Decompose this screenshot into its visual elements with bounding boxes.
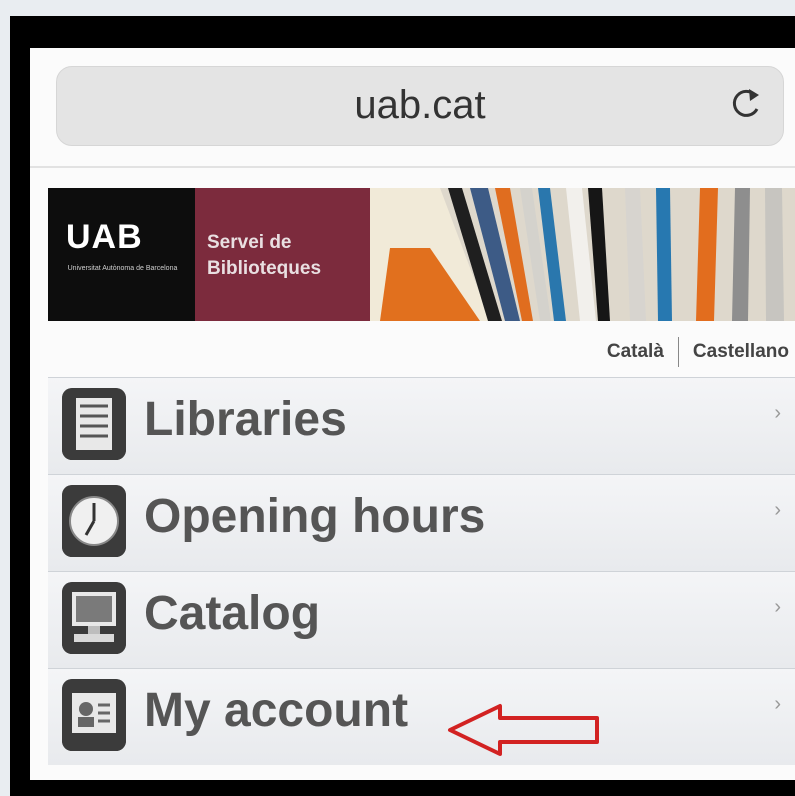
service-title: Servei de Biblioteques <box>207 230 321 282</box>
service-title-line1: Servei de <box>207 232 292 253</box>
logo-subtitle: Universitat Autònoma de Barcelona <box>67 265 178 272</box>
language-switcher: Català Castellano <box>607 336 789 368</box>
main-menu: Libraries › Opening hours › Catalog › My… <box>48 377 795 765</box>
service-title-block: Servei de Biblioteques <box>195 188 370 321</box>
chevron-right-icon: › <box>774 596 781 618</box>
chevron-right-icon: › <box>774 402 781 424</box>
divider <box>30 166 795 168</box>
menu-item-label: Opening hours <box>144 490 486 543</box>
phone-screen: uab.cat UAB Universitat Autònoma de Barc… <box>30 48 795 780</box>
account-icon <box>62 679 126 751</box>
menu-item-label: Catalog <box>144 587 321 640</box>
logo-text: UAB <box>66 218 143 256</box>
menu-item-label: My account <box>144 684 409 737</box>
computer-icon <box>62 582 126 654</box>
menu-item-libraries[interactable]: Libraries › <box>48 377 795 474</box>
books-photo <box>370 188 795 321</box>
clock-icon <box>62 485 126 557</box>
menu-item-my-account[interactable]: My account › <box>48 668 795 765</box>
language-catala-link[interactable]: Català <box>607 341 664 363</box>
library-icon <box>62 388 126 460</box>
chevron-right-icon: › <box>774 693 781 715</box>
address-bar[interactable]: uab.cat <box>56 66 784 146</box>
reload-icon[interactable] <box>725 81 765 127</box>
uab-logo: UAB Universitat Autònoma de Barcelona <box>48 188 195 321</box>
language-separator <box>677 337 679 367</box>
chevron-right-icon: › <box>774 499 781 521</box>
language-castellano-link[interactable]: Castellano <box>693 341 789 363</box>
library-banner[interactable]: UAB Universitat Autònoma de Barcelona Se… <box>48 188 795 321</box>
service-title-line2: Biblioteques <box>207 258 322 279</box>
url-text: uab.cat <box>354 83 486 127</box>
menu-item-label: Libraries <box>144 393 347 446</box>
annotation-arrow-icon <box>448 704 599 756</box>
menu-item-opening-hours[interactable]: Opening hours › <box>48 474 795 571</box>
menu-item-catalog[interactable]: Catalog › <box>48 571 795 668</box>
